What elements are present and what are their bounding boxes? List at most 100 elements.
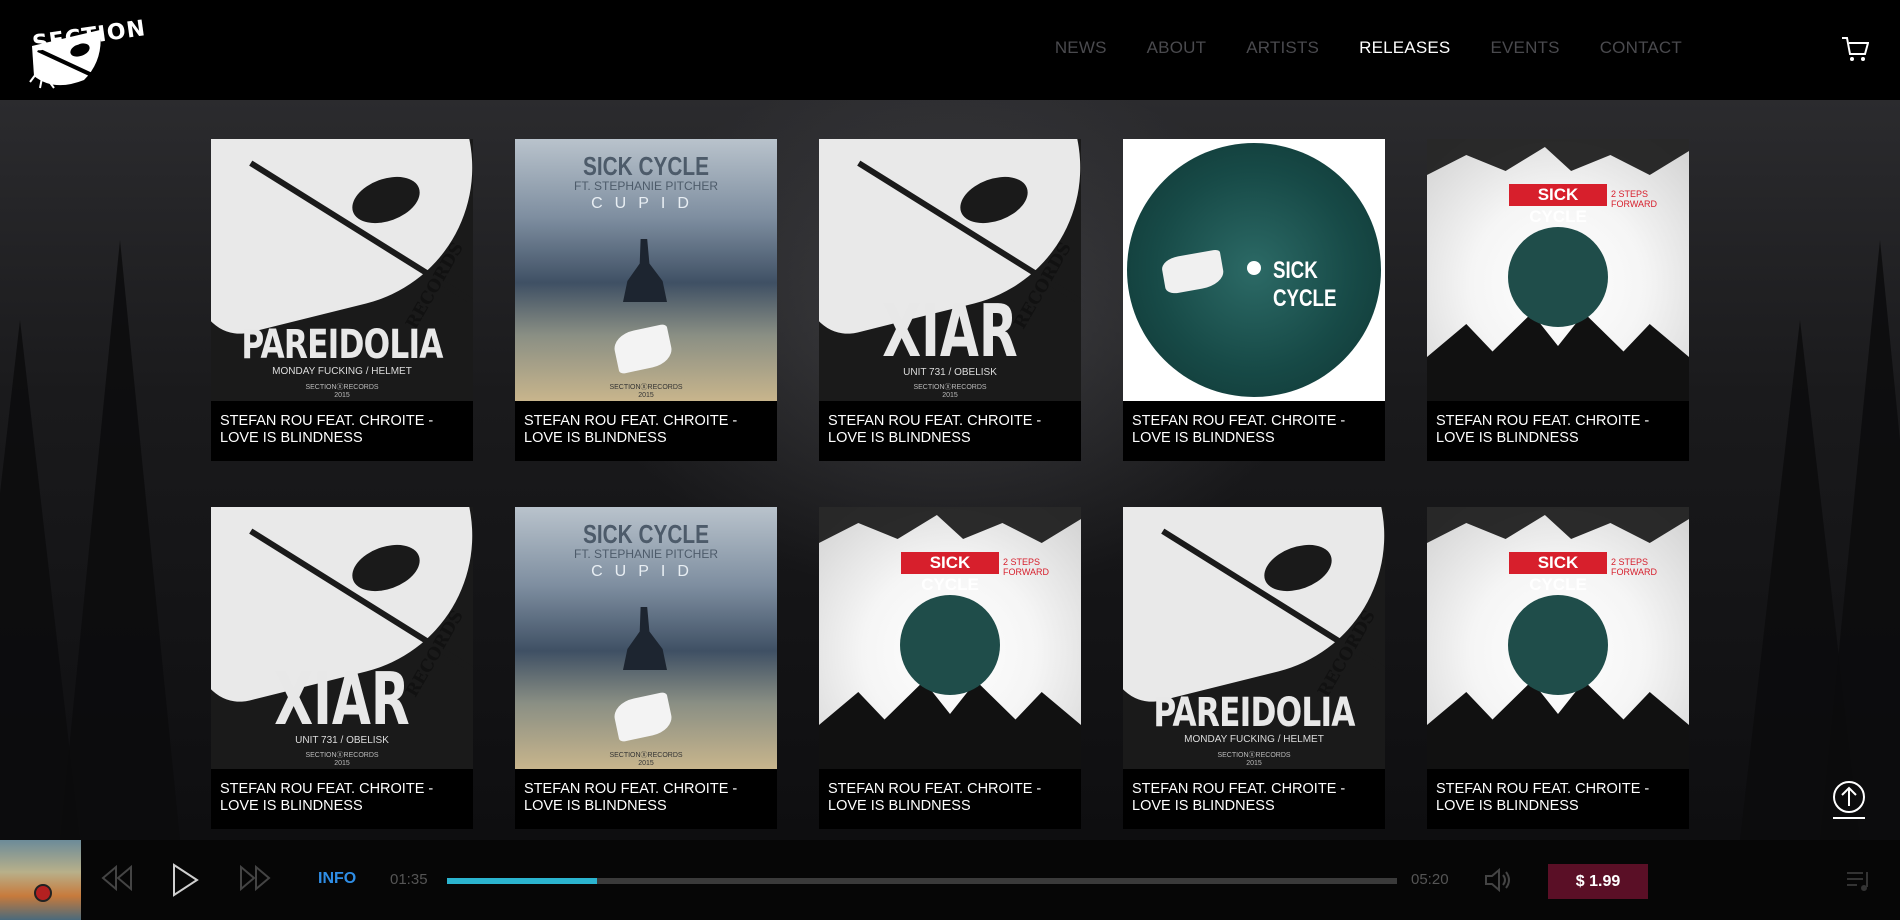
- cover-artist: SICK CYCLE: [901, 552, 999, 594]
- release-title: STEFAN ROU FEAT. CHROITE - LOVE IS BLIND…: [1436, 781, 1650, 814]
- release-title: STEFAN ROU FEAT. CHROITE - LOVE IS BLIND…: [1436, 413, 1650, 446]
- cover-artist: SICK CYCLE: [583, 519, 709, 549]
- cover-year: 2015: [1246, 760, 1262, 767]
- cover-label-name: SECTIONⓍRECORDS: [609, 384, 683, 391]
- cover-seal-graphic: [1508, 227, 1608, 327]
- fast-forward-icon[interactable]: [238, 863, 272, 898]
- release-title: STEFAN ROU FEAT. CHROITE - LOVE IS BLIND…: [1132, 413, 1346, 446]
- vinyl-center-dot: [1247, 261, 1261, 275]
- audio-player: INFO 01:35 05:20 $ 1.99: [0, 840, 1900, 920]
- cover-footer: SECTIONⓍRECORDS 2015: [515, 382, 777, 399]
- cover-subtitle: 2 STEPS FORWARD: [1003, 557, 1049, 577]
- release-card[interactable]: RECORDS XIAR UNIT 731 / OBELISK SECTIONⓍREC…: [211, 507, 473, 829]
- playlist-icon[interactable]: [1845, 868, 1875, 899]
- cover-subtitle: MONDAY FUCKING / HELMET: [272, 366, 412, 377]
- artwork-sun: [34, 884, 52, 902]
- release-card[interactable]: RECORDS XIAR UNIT 731 / OBELISK SECTIONⓍREC…: [819, 139, 1081, 461]
- cover-title: XIAR: [274, 657, 410, 741]
- scroll-to-top-icon[interactable]: [1831, 780, 1867, 820]
- cover-mask-graphic: [1123, 507, 1385, 711]
- section-logo[interactable]: SECTION: [14, 10, 148, 90]
- info-button[interactable]: INFO: [318, 870, 356, 888]
- cover-year: 2015: [638, 760, 654, 767]
- release-cover: SICK CYCLE 2 STEPS FORWARD: [819, 507, 1081, 769]
- cover-subtitle: UNIT 731 / OBELISK: [295, 735, 389, 746]
- release-cover: RECORDS XIAR UNIT 731 / OBELISK SECTIONⓍREC…: [819, 139, 1081, 401]
- progress-bar[interactable]: [447, 878, 1397, 884]
- site-header: SECTION NEWS ABOUT ARTISTS RELEASES EVEN…: [0, 0, 1900, 100]
- tree-silhouette: [1820, 240, 1900, 840]
- cover-title: XIAR: [882, 289, 1018, 373]
- release-cover: SICK CYCLE FT. STEPHANIE PITCHER CUPID SECT…: [515, 139, 777, 401]
- nav-artists[interactable]: ARTISTS: [1246, 38, 1319, 58]
- nav-news[interactable]: NEWS: [1055, 38, 1107, 58]
- release-card[interactable]: RECORDS PAREIDOLIA MONDAY FUCKING / HELMET…: [211, 139, 473, 461]
- cover-ship-graphic: [623, 607, 667, 670]
- cover-year: 2015: [638, 392, 654, 399]
- cover-ship-graphic: [623, 239, 667, 302]
- cover-seal-graphic: [900, 595, 1000, 695]
- cover-title: PAREIDOLIA: [1153, 690, 1355, 736]
- nav-events[interactable]: EVENTS: [1490, 38, 1559, 58]
- cover-subtitle: 2 STEPS FORWARD: [1611, 557, 1657, 577]
- cover-artist: SICK CYCLE: [1273, 257, 1337, 312]
- volume-icon[interactable]: [1483, 865, 1513, 900]
- nav-releases[interactable]: RELEASES: [1359, 38, 1450, 58]
- release-title: STEFAN ROU FEAT. CHROITE - LOVE IS BLIND…: [524, 413, 738, 446]
- cover-title: CUPID: [591, 563, 701, 580]
- tree-silhouette: [60, 240, 180, 840]
- current-time: 01:35: [390, 871, 428, 888]
- release-cover: RECORDS PAREIDOLIA MONDAY FUCKING / HELMET…: [211, 139, 473, 401]
- cover-label-name: SECTIONⓍRECORDS: [1217, 752, 1291, 759]
- cover-feature: FT. STEPHANIE PITCHER: [573, 179, 719, 193]
- release-cover: SICK CYCLE: [1123, 139, 1385, 401]
- cover-year: 2015: [334, 392, 350, 399]
- release-card[interactable]: SICK CYCLE 2 STEPS FORWARD STEFAN ROU FEAT…: [1427, 507, 1689, 829]
- cover-seal-graphic: [1508, 595, 1608, 695]
- release-card[interactable]: SICK CYCLE 2 STEPS FORWARD STEFAN ROU FEAT…: [1427, 139, 1689, 461]
- release-cover: SICK CYCLE 2 STEPS FORWARD: [1427, 507, 1689, 769]
- release-title: STEFAN ROU FEAT. CHROITE - LOVE IS BLIND…: [1132, 781, 1346, 814]
- buy-price-button[interactable]: $ 1.99: [1548, 864, 1648, 899]
- total-time: 05:20: [1411, 871, 1449, 888]
- now-playing-artwork[interactable]: [0, 840, 81, 920]
- cover-stamp-graphic: [611, 323, 675, 375]
- cover-mask-graphic: [211, 139, 473, 343]
- release-card[interactable]: SICK CYCLE FT. STEPHANIE PITCHER CUPID SECT…: [515, 507, 777, 829]
- cover-footer: SECTIONⓍRECORDS 2015: [1123, 750, 1385, 767]
- cover-title: PAREIDOLIA: [241, 322, 443, 368]
- cover-title: CUPID: [591, 195, 701, 212]
- cover-footer: SECTIONⓍRECORDS 2015: [211, 750, 473, 767]
- cover-artist: SICK CYCLE: [1509, 184, 1607, 226]
- release-title: STEFAN ROU FEAT. CHROITE - LOVE IS BLIND…: [828, 781, 1042, 814]
- release-title: STEFAN ROU FEAT. CHROITE - LOVE IS BLIND…: [524, 781, 738, 814]
- nav-about[interactable]: ABOUT: [1147, 38, 1207, 58]
- release-cover: RECORDS XIAR UNIT 731 / OBELISK SECTIONⓍREC…: [211, 507, 473, 769]
- release-card[interactable]: SICK CYCLE 2 STEPS FORWARD STEFAN ROU FEAT…: [819, 507, 1081, 829]
- release-card[interactable]: SICK CYCLE FT. STEPHANIE PITCHER CUPID SECT…: [515, 139, 777, 461]
- cover-label-name: SECTIONⓍRECORDS: [305, 752, 379, 759]
- progress-fill: [447, 878, 598, 884]
- cover-label-name: SECTIONⓍRECORDS: [305, 384, 379, 391]
- cover-stamp-graphic: [611, 691, 675, 743]
- releases-grid: RECORDS PAREIDOLIA MONDAY FUCKING / HELMET…: [211, 139, 1691, 829]
- release-title: STEFAN ROU FEAT. CHROITE - LOVE IS BLIND…: [220, 781, 434, 814]
- cover-subtitle: 2 STEPS FORWARD: [1611, 189, 1657, 209]
- release-cover: SICK CYCLE FT. STEPHANIE PITCHER CUPID SECT…: [515, 507, 777, 769]
- nav-contact[interactable]: CONTACT: [1600, 38, 1682, 58]
- cover-artist: SICK CYCLE: [1509, 552, 1607, 594]
- cover-label-name: SECTIONⓍRECORDS: [609, 752, 683, 759]
- release-card[interactable]: RECORDS PAREIDOLIA MONDAY FUCKING / HELMET…: [1123, 507, 1385, 829]
- cover-subtitle: UNIT 731 / OBELISK: [903, 367, 997, 378]
- rewind-icon[interactable]: [100, 863, 134, 898]
- cover-footer: SECTIONⓍRECORDS 2015: [211, 382, 473, 399]
- cover-artist: SICK CYCLE: [583, 151, 709, 181]
- play-icon[interactable]: [170, 863, 200, 902]
- cover-year: 2015: [334, 760, 350, 767]
- release-cover: SICK CYCLE 2 STEPS FORWARD: [1427, 139, 1689, 401]
- cover-footer: SECTIONⓍRECORDS 2015: [515, 750, 777, 767]
- cover-label-name: SECTIONⓍRECORDS: [913, 384, 987, 391]
- cart-icon[interactable]: [1841, 34, 1870, 64]
- release-card[interactable]: SICK CYCLE STEFAN ROU FEAT. CHROITE - LOV…: [1123, 139, 1385, 461]
- main-nav: NEWS ABOUT ARTISTS RELEASES EVENTS CONTA…: [1055, 38, 1682, 58]
